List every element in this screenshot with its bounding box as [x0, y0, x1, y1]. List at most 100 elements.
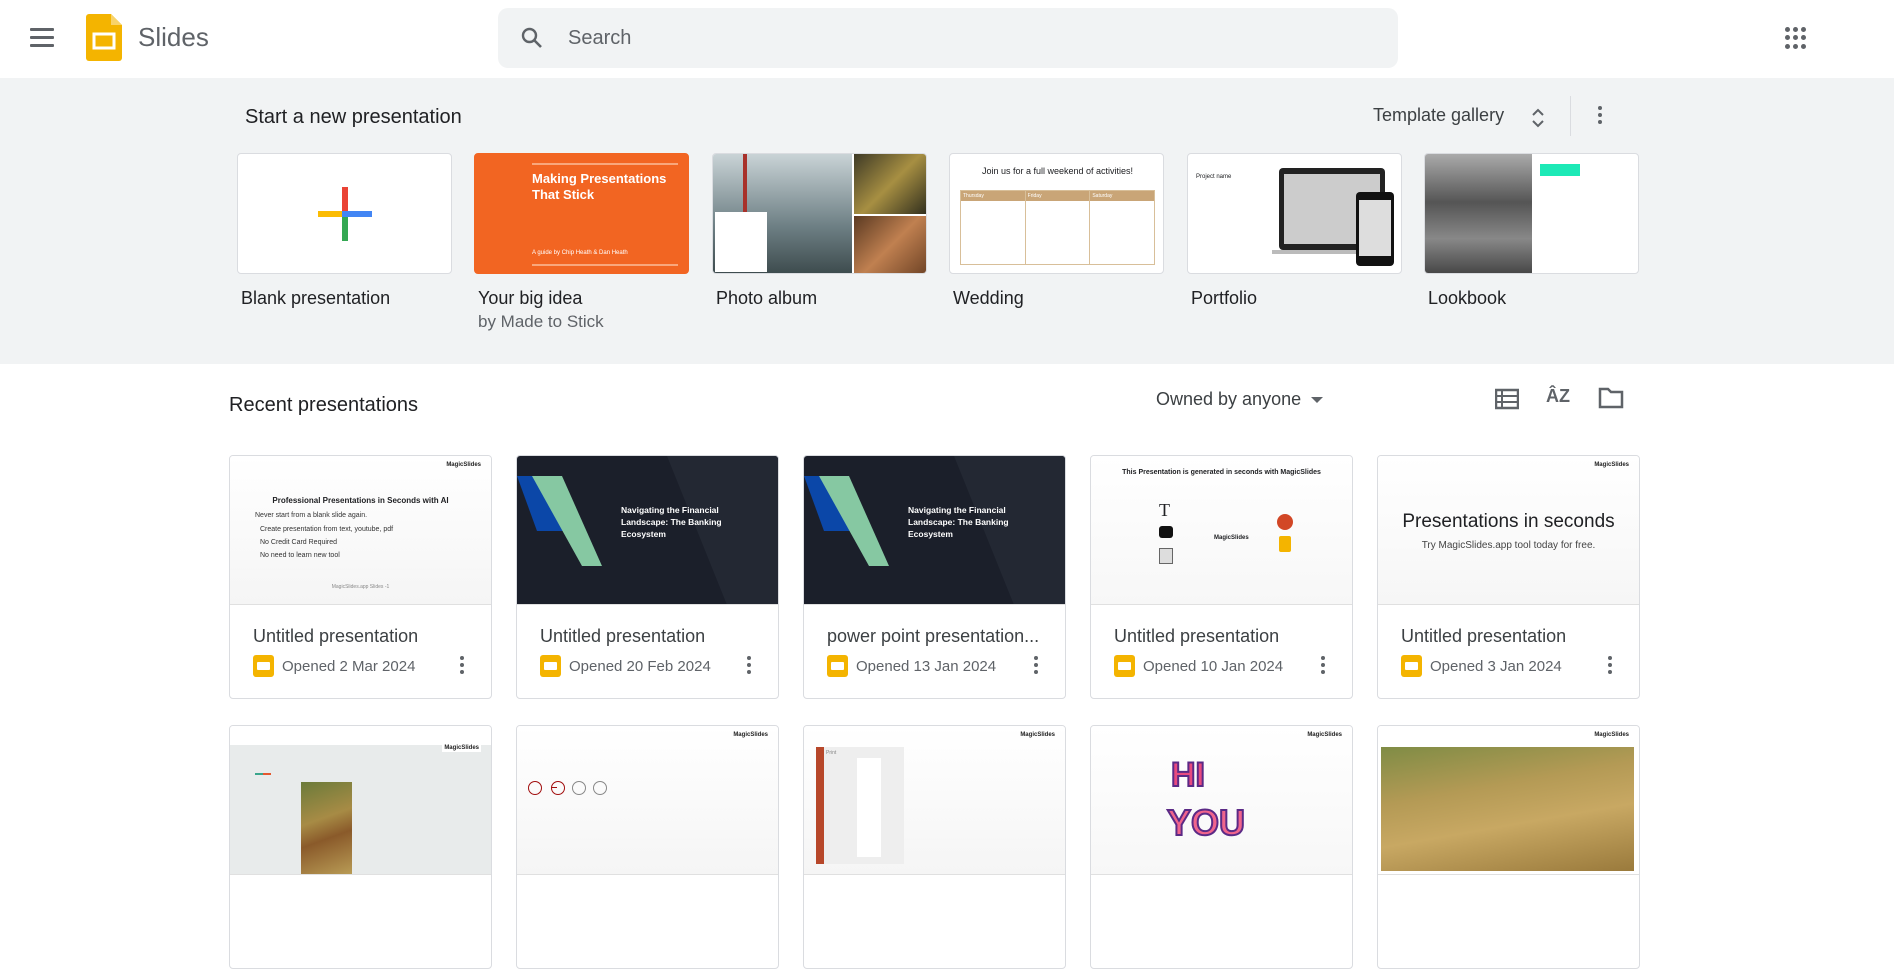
- template-wedding[interactable]: Join us for a full weekend of activities…: [949, 153, 1164, 274]
- file-card[interactable]: MagicSlides HI YOU: [1090, 725, 1353, 969]
- divider: [1570, 96, 1571, 136]
- thumb-title: Join us for a full weekend of activities…: [981, 166, 1134, 176]
- file-title: Untitled presentation: [1401, 626, 1567, 646]
- file-card[interactable]: MagicSlides: [1377, 725, 1640, 969]
- template-your-big-idea[interactable]: Making Presentations That Stick A guide …: [474, 153, 689, 274]
- brand-logo: MagicSlides: [733, 732, 768, 738]
- thumb-you: YOU: [1166, 801, 1246, 844]
- thumb-line: Create presentation from text, youtube, …: [260, 526, 394, 533]
- brand-logo: MagicSlides: [446, 462, 481, 468]
- unfold-icon[interactable]: [1530, 106, 1546, 130]
- slides-file-icon: [1401, 655, 1422, 677]
- owner-filter-label: Owned by anyone: [1156, 389, 1302, 409]
- more-options-icon[interactable]: [1597, 106, 1603, 127]
- file-thumbnail: MagicSlides HI YOU: [1091, 726, 1352, 875]
- file-more-icon[interactable]: [746, 656, 752, 676]
- thumb-subtitle: A guide by Chip Heath & Dan Heath: [532, 250, 628, 256]
- file-thumbnail: MagicSlides Print: [804, 726, 1065, 875]
- section-title: Start a new presentation: [245, 106, 462, 128]
- file-card[interactable]: MagicSlides Professional Presentations i…: [229, 455, 492, 699]
- opened-date: Opened 13 Jan 2024: [856, 657, 997, 675]
- template-label: Wedding: [953, 288, 1024, 308]
- opened-date: Opened 20 Feb 2024: [569, 657, 711, 675]
- opened-date: Opened 2 Mar 2024: [282, 657, 416, 675]
- template-lookbook[interactable]: [1424, 153, 1639, 274]
- template-label: Blank presentation: [241, 288, 391, 308]
- thumb-day: Friday: [1025, 191, 1090, 201]
- brand-logo: MagicSlides: [1594, 462, 1629, 468]
- template-label: Your big idea: [478, 288, 583, 308]
- thumb-hi: HI: [1170, 755, 1206, 795]
- file-thumbnail: Navigating the Financial Landscape: The …: [517, 456, 778, 605]
- search-input[interactable]: [568, 8, 1368, 68]
- folder-icon[interactable]: [1598, 387, 1624, 409]
- dropdown-arrow-icon: [1311, 396, 1324, 403]
- opened-date: Opened 10 Jan 2024: [1143, 657, 1284, 675]
- thumb-line: Never start from a blank slide again.: [255, 512, 368, 519]
- thumb-title: Navigating the Financial Landscape: The …: [908, 505, 1009, 539]
- thumb-title: Making Presentations That Stick: [532, 171, 667, 202]
- template-blank[interactable]: [237, 153, 452, 274]
- template-label: Photo album: [716, 288, 818, 308]
- file-card[interactable]: Navigating the Financial Landscape: The …: [516, 455, 779, 699]
- app-title: Slides: [138, 22, 209, 52]
- file-more-icon[interactable]: [1033, 656, 1039, 676]
- thumb-title: Professional Presentations in Seconds wi…: [272, 496, 449, 505]
- deer-image: [1381, 747, 1634, 871]
- thumb-title: Presentations in seconds: [1402, 511, 1615, 532]
- main-menu-icon[interactable]: [30, 28, 54, 48]
- file-title: Untitled presentation: [1114, 626, 1280, 646]
- brand-logo: MagicSlides: [1307, 732, 1342, 738]
- file-title: power point presentation...: [827, 626, 1040, 646]
- file-thumbnail: MagicSlides: [1378, 726, 1639, 875]
- thumb-title: Navigating the Financial Landscape: The …: [621, 505, 722, 539]
- file-more-icon[interactable]: [1320, 656, 1326, 676]
- file-title: Untitled presentation: [540, 626, 706, 646]
- thumb-line: No Credit Card Required: [260, 539, 338, 546]
- slides-file-icon: [540, 655, 561, 677]
- sort-az-icon[interactable]: ÂZ: [1546, 386, 1570, 407]
- thumb-center-label: MagicSlides: [1214, 535, 1249, 541]
- template-portfolio[interactable]: Project name: [1187, 153, 1402, 274]
- opened-date: Opened 3 Jan 2024: [1430, 657, 1562, 675]
- file-card[interactable]: Navigating the Financial Landscape: The …: [803, 455, 1066, 699]
- list-view-icon[interactable]: [1495, 388, 1519, 410]
- file-card[interactable]: MagicSlides Print: [803, 725, 1066, 969]
- file-more-icon[interactable]: [1607, 656, 1613, 676]
- thumb-subtitle: Try MagicSlides.app tool today for free.: [1421, 540, 1596, 551]
- thumb-footer: MagicSlides.app Slides -1: [331, 584, 390, 590]
- thumb-day: Saturday: [1090, 191, 1155, 201]
- file-thumbnail: MagicSlides: [517, 726, 778, 875]
- thumb-title: Project name: [1196, 174, 1232, 180]
- file-card[interactable]: MagicSlides: [516, 725, 779, 969]
- slides-logo-icon[interactable]: [86, 14, 122, 61]
- thumb-day: Thursday: [961, 191, 1025, 201]
- thumb-print-label: Print: [826, 750, 837, 756]
- top-bar: Slides: [0, 0, 1894, 78]
- template-photo-album[interactable]: [712, 153, 927, 274]
- apps-grid-icon[interactable]: [1785, 27, 1807, 49]
- slides-file-icon: [1114, 655, 1135, 677]
- file-more-icon[interactable]: [459, 656, 465, 676]
- brand-logo: MagicSlides: [1020, 732, 1055, 738]
- recent-title: Recent presentations: [229, 394, 419, 416]
- file-card[interactable]: MagicSlides: [229, 725, 492, 969]
- template-gallery-button[interactable]: Template gallery: [1373, 105, 1504, 126]
- thumb-title: This Presentation is generated in second…: [1122, 469, 1321, 476]
- search-bar[interactable]: [498, 8, 1398, 68]
- file-title: Untitled presentation: [253, 626, 419, 646]
- file-card[interactable]: MagicSlides Presentations in seconds Try…: [1377, 455, 1640, 699]
- slides-file-icon: [827, 655, 848, 677]
- template-sublabel: by Made to Stick: [478, 312, 604, 331]
- file-thumbnail: MagicSlides: [230, 726, 491, 875]
- file-card[interactable]: This Presentation is generated in second…: [1090, 455, 1353, 699]
- file-thumbnail: Navigating the Financial Landscape: The …: [804, 456, 1065, 605]
- deer-image: [301, 782, 352, 874]
- owner-filter-dropdown[interactable]: Owned by anyone: [1156, 389, 1324, 410]
- slides-file-icon: [253, 655, 274, 677]
- template-label: Lookbook: [1428, 288, 1507, 308]
- file-thumbnail: MagicSlides Presentations in seconds Try…: [1378, 456, 1639, 605]
- thumb-line: No need to learn new tool: [260, 552, 340, 559]
- brand-logo: MagicSlides: [1594, 732, 1629, 738]
- file-thumbnail: This Presentation is generated in second…: [1091, 456, 1352, 605]
